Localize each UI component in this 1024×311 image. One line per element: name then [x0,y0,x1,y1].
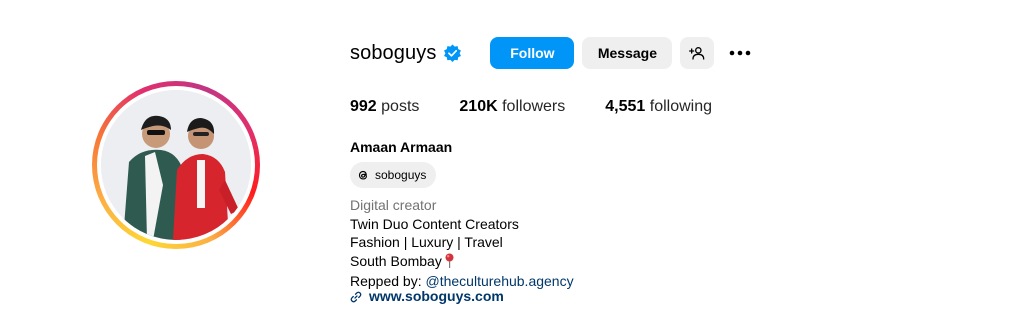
threads-handle: soboguys [375,168,427,182]
suggested-accounts-button[interactable] [680,37,715,69]
add-user-icon [689,47,705,60]
website-link[interactable]: www.soboguys.com [350,288,504,304]
bio-location-text: South Bombay [350,252,442,269]
username: soboguys [350,41,437,64]
message-button[interactable]: Message [582,37,673,69]
followers-count: 210K [459,98,498,115]
profile-stats: 992 posts 210K followers 4,551 following [350,98,752,116]
location-pin-icon [444,253,455,273]
avatar-photo [101,90,251,240]
story-ring[interactable] [92,81,260,249]
followers-label: followers [502,98,566,115]
bio-line-location: South Bombay [350,252,574,273]
website-url: www.soboguys.com [369,288,504,304]
bio: Digital creator Twin Duo Content Creator… [350,196,574,291]
posts-stat: 992 posts [350,98,419,116]
bio-line: Twin Duo Content Creators [350,215,519,232]
mention-link[interactable]: @theculturehub.agency [426,273,574,289]
more-options-icon[interactable] [728,41,752,65]
verified-badge-icon [443,43,462,63]
following-label: following [649,98,713,115]
repped-prefix: Repped by: [350,273,422,289]
follow-button[interactable]: Follow [490,37,575,69]
followers-stat[interactable]: 210K followers [459,98,565,116]
following-stat[interactable]: 4,551 following [605,98,712,116]
posts-label: posts [381,98,420,115]
following-count: 4,551 [605,98,646,115]
profile-header: soboguys Follow Message [350,36,752,70]
posts-count: 992 [350,98,377,115]
threads-link[interactable]: soboguys [350,162,437,188]
avatar-border [97,86,255,244]
bio-line: Fashion | Luxury | Travel [350,234,503,250]
display-name: Amaan Armaan [350,139,453,155]
category-label: Digital creator [350,197,437,213]
avatar[interactable] [101,90,251,240]
threads-icon [356,168,370,182]
link-icon [350,290,362,303]
